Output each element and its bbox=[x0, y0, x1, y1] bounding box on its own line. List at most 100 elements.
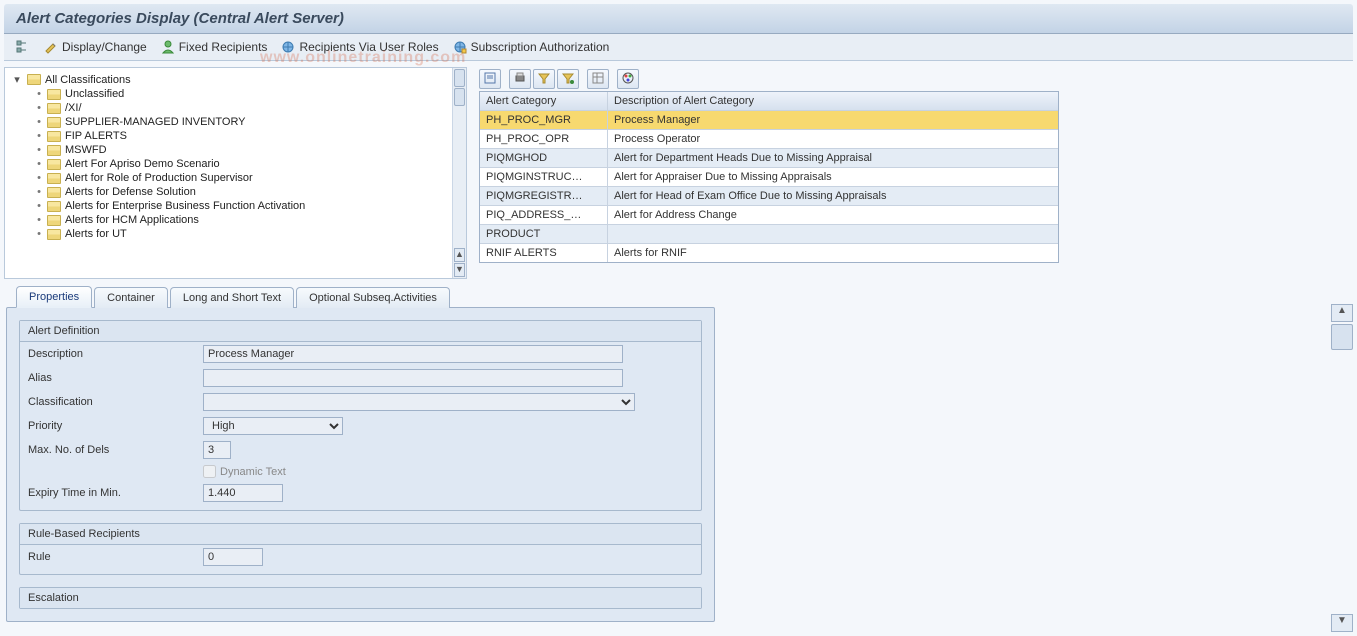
cell-category: PRODUCT bbox=[480, 225, 608, 243]
folder-icon bbox=[47, 159, 61, 170]
cell-description: Alert for Appraiser Due to Missing Appra… bbox=[608, 168, 1058, 186]
fixed-recipients-button[interactable]: Fixed Recipients bbox=[161, 40, 268, 54]
tree[interactable]: ▾ All Classifications •Unclassified •/XI… bbox=[5, 68, 452, 278]
scroll-handle[interactable] bbox=[454, 69, 465, 87]
tree-item[interactable]: •Alert For Apriso Demo Scenario bbox=[7, 157, 450, 171]
scroll-grip[interactable] bbox=[1331, 324, 1353, 350]
scroll-down-icon[interactable]: ▼ bbox=[1331, 614, 1353, 632]
tree-item-label: Alerts for HCM Applications bbox=[65, 214, 199, 226]
grid-header[interactable]: Alert Category Description of Alert Cate… bbox=[480, 91, 1058, 111]
legend-button[interactable] bbox=[617, 69, 639, 89]
cell-description bbox=[608, 225, 1058, 243]
tree-item-label: MSWFD bbox=[65, 144, 107, 156]
label-expiry: Expiry Time in Min. bbox=[28, 487, 203, 499]
folder-icon bbox=[47, 187, 61, 198]
filter-icon bbox=[538, 72, 550, 87]
tree-item[interactable]: •Unclassified bbox=[7, 87, 450, 101]
detail-icon bbox=[484, 72, 496, 87]
tab-longshort[interactable]: Long and Short Text bbox=[170, 287, 294, 308]
tree-icon bbox=[16, 40, 30, 54]
table-row[interactable]: PRODUCT bbox=[480, 225, 1058, 244]
tab-properties[interactable]: Properties bbox=[16, 286, 92, 308]
tree-item-label: /XI/ bbox=[65, 102, 82, 114]
cell-category: PIQMGREGISTR… bbox=[480, 187, 608, 205]
tree-item-label: Unclassified bbox=[65, 88, 124, 100]
table-row[interactable]: RNIF ALERTS Alerts for RNIF bbox=[480, 244, 1058, 262]
alert-grid: Alert Category Description of Alert Cate… bbox=[479, 91, 1059, 263]
tree-item-label: Alerts for UT bbox=[65, 228, 127, 240]
table-row[interactable]: PH_PROC_MGR Process Manager bbox=[480, 111, 1058, 130]
classification-select[interactable] bbox=[203, 393, 635, 411]
legend-icon bbox=[622, 72, 634, 87]
label-description: Description bbox=[28, 348, 203, 360]
tree-item-label: Alert For Apriso Demo Scenario bbox=[65, 158, 220, 170]
description-field[interactable] bbox=[203, 345, 623, 363]
globe-plus-icon bbox=[453, 40, 467, 54]
tree-item[interactable]: •Alerts for Defense Solution bbox=[7, 185, 450, 199]
scroll-up-icon[interactable]: ▲ bbox=[454, 248, 465, 262]
filter-set-button[interactable] bbox=[557, 69, 579, 89]
alias-field[interactable] bbox=[203, 369, 623, 387]
recipients-roles-button[interactable]: Recipients Via User Roles bbox=[281, 40, 438, 54]
table-row[interactable]: PIQMGHOD Alert for Department Heads Due … bbox=[480, 149, 1058, 168]
tree-item[interactable]: •Alert for Role of Production Supervisor bbox=[7, 171, 450, 185]
pencil-icon bbox=[44, 40, 58, 54]
subscription-auth-label: Subscription Authorization bbox=[471, 40, 610, 54]
display-change-label: Display/Change bbox=[62, 40, 147, 54]
layout-button[interactable] bbox=[587, 69, 609, 89]
group-rule-recipients: Rule-Based Recipients Rule bbox=[19, 523, 702, 575]
cell-description: Alerts for RNIF bbox=[608, 244, 1058, 262]
print-button[interactable] bbox=[509, 69, 531, 89]
tree-item[interactable]: •SUPPLIER-MANAGED INVENTORY bbox=[7, 115, 450, 129]
display-change-button[interactable]: Display/Change bbox=[44, 40, 147, 54]
details-button[interactable] bbox=[479, 69, 501, 89]
tree-item-label: FIP ALERTS bbox=[65, 130, 127, 142]
tree-item[interactable]: •MSWFD bbox=[7, 143, 450, 157]
header-description[interactable]: Description of Alert Category bbox=[608, 92, 1058, 110]
folder-icon bbox=[47, 89, 61, 100]
globe-icon bbox=[281, 40, 295, 54]
scroll-handle[interactable] bbox=[454, 88, 465, 106]
tab-subseq[interactable]: Optional Subseq.Activities bbox=[296, 287, 450, 308]
scroll-down-icon[interactable]: ▼ bbox=[454, 263, 465, 277]
subscription-auth-button[interactable]: Subscription Authorization bbox=[453, 40, 610, 54]
toolbar-tree-button[interactable] bbox=[16, 40, 30, 54]
header-category[interactable]: Alert Category bbox=[480, 92, 608, 110]
maxdels-field[interactable] bbox=[203, 441, 231, 459]
group-title: Alert Definition bbox=[20, 321, 701, 342]
user-green-icon bbox=[161, 40, 175, 54]
group-escalation: Escalation bbox=[19, 587, 702, 609]
table-row[interactable]: PIQMGREGISTR… Alert for Head of Exam Off… bbox=[480, 187, 1058, 206]
table-row[interactable]: PIQ_ADDRESS_… Alert for Address Change bbox=[480, 206, 1058, 225]
table-row[interactable]: PH_PROC_OPR Process Operator bbox=[480, 130, 1058, 149]
folder-icon bbox=[47, 201, 61, 212]
tab-container[interactable]: Container bbox=[94, 287, 168, 308]
group-title: Escalation bbox=[20, 588, 701, 608]
folder-icon bbox=[47, 131, 61, 142]
collapse-icon[interactable]: ▾ bbox=[11, 73, 23, 86]
tree-item[interactable]: •/XI/ bbox=[7, 101, 450, 115]
tabstrip: Properties Container Long and Short Text… bbox=[16, 285, 715, 307]
tree-item-label: Alerts for Enterprise Business Function … bbox=[65, 200, 305, 212]
tree-item[interactable]: •Alerts for UT bbox=[7, 227, 450, 241]
rule-field[interactable] bbox=[203, 548, 263, 566]
label-priority: Priority bbox=[28, 420, 203, 432]
grid-toolbar bbox=[479, 67, 1353, 91]
scroll-up-icon[interactable]: ▲ bbox=[1331, 304, 1353, 322]
dynamic-text-checkbox[interactable]: Dynamic Text bbox=[203, 465, 286, 478]
right-scrollbar[interactable]: ▲ ▼ bbox=[1331, 304, 1353, 632]
tree-item[interactable]: •Alerts for HCM Applications bbox=[7, 213, 450, 227]
tree-item[interactable]: •Alerts for Enterprise Business Function… bbox=[7, 199, 450, 213]
folder-icon bbox=[47, 173, 61, 184]
tree-item[interactable]: •FIP ALERTS bbox=[7, 129, 450, 143]
grid-pane: Alert Category Description of Alert Cate… bbox=[479, 67, 1353, 279]
tree-root[interactable]: ▾ All Classifications bbox=[7, 72, 450, 87]
label-rule: Rule bbox=[28, 551, 203, 563]
tree-scroll[interactable]: ▲ ▼ bbox=[452, 68, 466, 278]
table-row[interactable]: PIQMGINSTRUC… Alert for Appraiser Due to… bbox=[480, 168, 1058, 187]
dynamic-text-label: Dynamic Text bbox=[220, 466, 286, 478]
dynamic-text-box[interactable] bbox=[203, 465, 216, 478]
filter-button[interactable] bbox=[533, 69, 555, 89]
expiry-field[interactable] bbox=[203, 484, 283, 502]
priority-select[interactable]: High bbox=[203, 417, 343, 435]
